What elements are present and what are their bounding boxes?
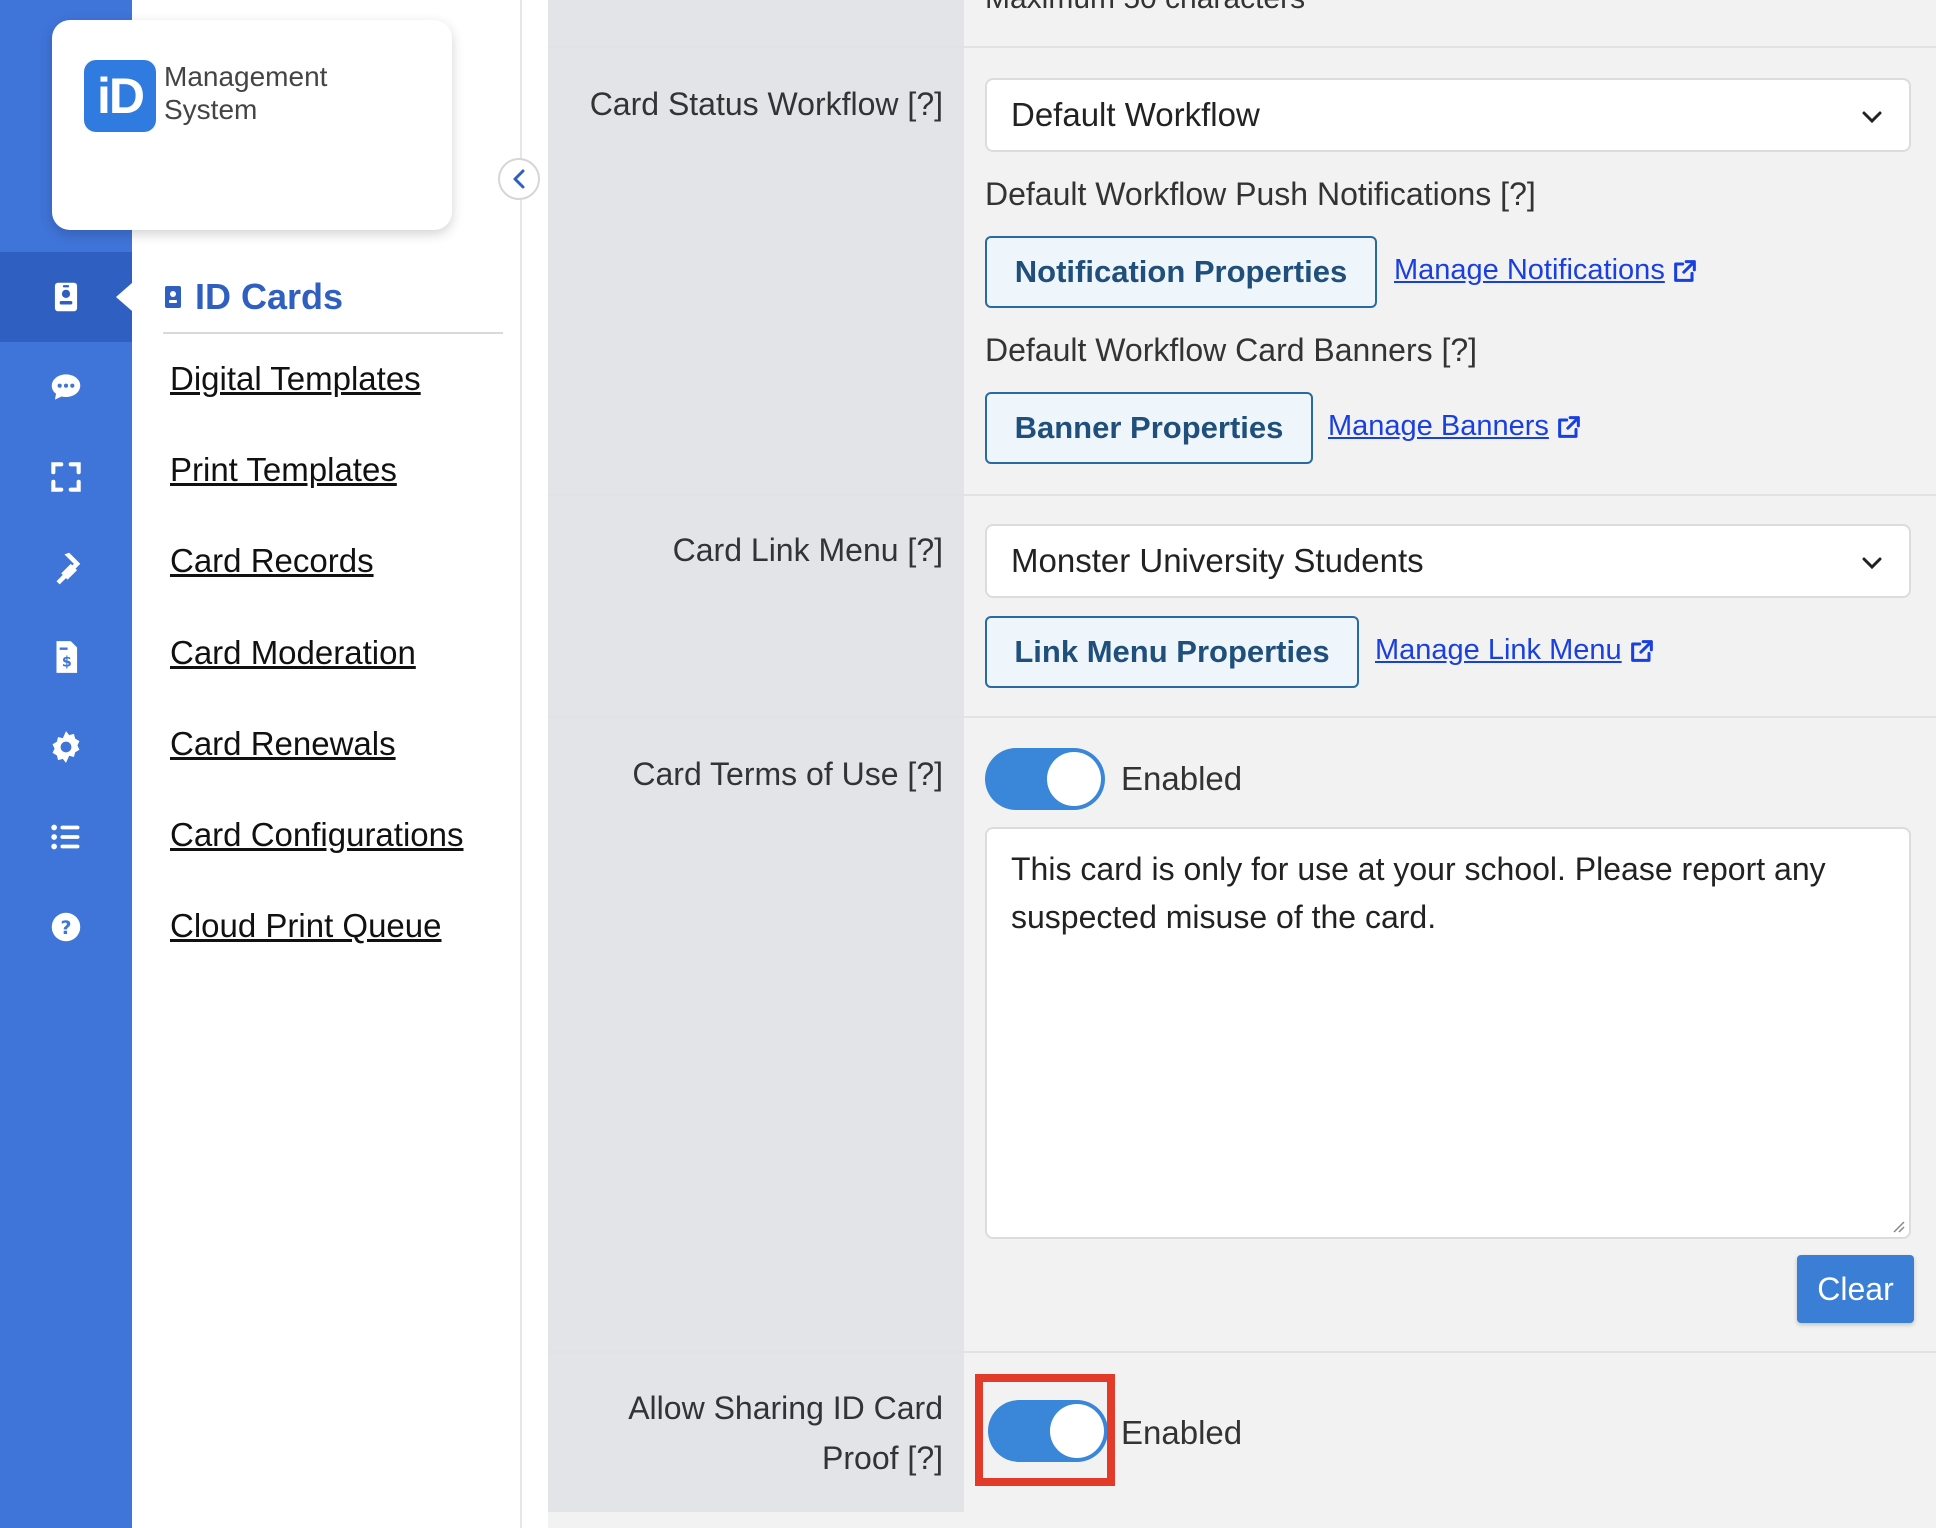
terms-toggle[interactable] <box>985 748 1105 810</box>
logo-line-2: System <box>164 94 258 125</box>
id-badge-icon <box>54 282 78 312</box>
terms-text: This card is only for use at your school… <box>1011 851 1826 935</box>
resize-handle-icon[interactable] <box>1889 1217 1905 1233</box>
rail-lists[interactable] <box>0 792 132 882</box>
chevron-down-icon <box>1862 111 1882 124</box>
row-divider <box>548 46 1936 48</box>
sharing-toggle-label: Enabled <box>1121 1414 1243 1451</box>
sharing-label-line-1: Allow Sharing ID Card <box>628 1390 943 1426</box>
chevron-down-icon <box>1862 557 1882 570</box>
sidebar-link-card-records[interactable]: Card Records <box>170 542 374 580</box>
chevron-left-icon <box>513 169 525 189</box>
rail-id-cards[interactable] <box>0 252 132 342</box>
card-banners-heading: Default Workflow Card Banners [?] <box>985 332 1478 368</box>
rail-integrations[interactable] <box>0 522 132 612</box>
manage-link-menu-link[interactable]: Manage Link Menu <box>1375 634 1656 667</box>
link-menu-properties-button[interactable]: Link Menu Properties <box>985 616 1359 688</box>
link-menu-select[interactable]: Monster University Students <box>985 524 1911 598</box>
rail-billing[interactable]: $ <box>0 612 132 702</box>
manage-link-menu-label: Manage Link Menu <box>1375 634 1622 666</box>
terms-textarea[interactable]: This card is only for use at your school… <box>985 827 1911 1239</box>
external-link-icon <box>1558 415 1580 438</box>
push-notifications-heading: Default Workflow Push Notifications [?] <box>985 176 1536 212</box>
banner-properties-button[interactable]: Banner Properties <box>985 392 1313 464</box>
terms-label: Card Terms of Use [?] <box>632 756 943 792</box>
terms-toggle-label: Enabled <box>1121 760 1243 797</box>
rail-messages[interactable] <box>0 342 132 432</box>
sharing-label-line-2: Proof [?] <box>822 1440 943 1476</box>
sidebar-link-cloud-print-queue[interactable]: Cloud Print Queue <box>170 907 442 945</box>
manage-notifications-label: Manage Notifications <box>1394 254 1665 286</box>
link-menu-selected: Monster University Students <box>1011 542 1424 579</box>
logo-text: Management System <box>164 60 327 126</box>
sidebar-link-print-templates[interactable]: Print Templates <box>170 451 397 489</box>
list-icon <box>51 824 80 850</box>
invoice-dollar-icon: $ <box>56 641 78 673</box>
logo-card[interactable]: iD Management System <box>52 20 452 230</box>
character-limit-hint: Maximum 50 characters <box>985 0 1305 16</box>
workflow-label: Card Status Workflow [?] <box>589 86 943 122</box>
row-divider <box>548 716 1936 718</box>
id-badge-small-icon <box>165 286 181 308</box>
notification-properties-button[interactable]: Notification Properties <box>985 236 1377 308</box>
sidebar-link-card-configurations[interactable]: Card Configurations <box>170 816 464 854</box>
workflow-selected: Default Workflow <box>1011 96 1260 133</box>
clear-button[interactable]: Clear <box>1797 1255 1914 1323</box>
manage-banners-link[interactable]: Manage Banners <box>1328 410 1583 443</box>
gear-icon <box>52 731 80 763</box>
row-divider <box>548 494 1936 496</box>
rail-help[interactable]: ? <box>0 882 132 972</box>
logo-line-1: Management <box>164 61 328 92</box>
logo-badge: iD <box>84 60 156 132</box>
highlight-box <box>975 1374 1115 1486</box>
row-divider <box>548 1351 1936 1353</box>
chat-bubble-icon <box>51 374 81 400</box>
help-circle-icon: ? <box>51 912 81 942</box>
link-menu-label: Card Link Menu [?] <box>672 532 943 568</box>
sidebar-link-card-moderation[interactable]: Card Moderation <box>170 634 416 672</box>
sidebar-section-header: ID Cards <box>163 262 503 334</box>
workflow-select[interactable]: Default Workflow <box>985 78 1911 152</box>
rail-settings[interactable] <box>0 702 132 792</box>
external-link-icon <box>1630 639 1653 662</box>
plug-icon <box>56 552 81 585</box>
manage-notifications-link[interactable]: Manage Notifications <box>1394 254 1699 287</box>
manage-banners-label: Manage Banners <box>1328 410 1549 442</box>
sidebar-link-digital-templates[interactable]: Digital Templates <box>170 360 421 398</box>
svg-text:$: $ <box>62 655 72 671</box>
external-link-icon <box>1673 259 1696 282</box>
scan-frame-icon <box>51 462 81 492</box>
rail-scan[interactable] <box>0 432 132 522</box>
toggle-knob <box>1047 752 1101 806</box>
svg-text:?: ? <box>60 917 71 939</box>
collapse-sidebar-button[interactable] <box>498 158 540 200</box>
sharing-label: Allow Sharing ID Card Proof [?] <box>628 1386 943 1480</box>
sidebar-link-card-renewals[interactable]: Card Renewals <box>170 725 396 763</box>
sidebar-section-title: ID Cards <box>195 276 344 317</box>
